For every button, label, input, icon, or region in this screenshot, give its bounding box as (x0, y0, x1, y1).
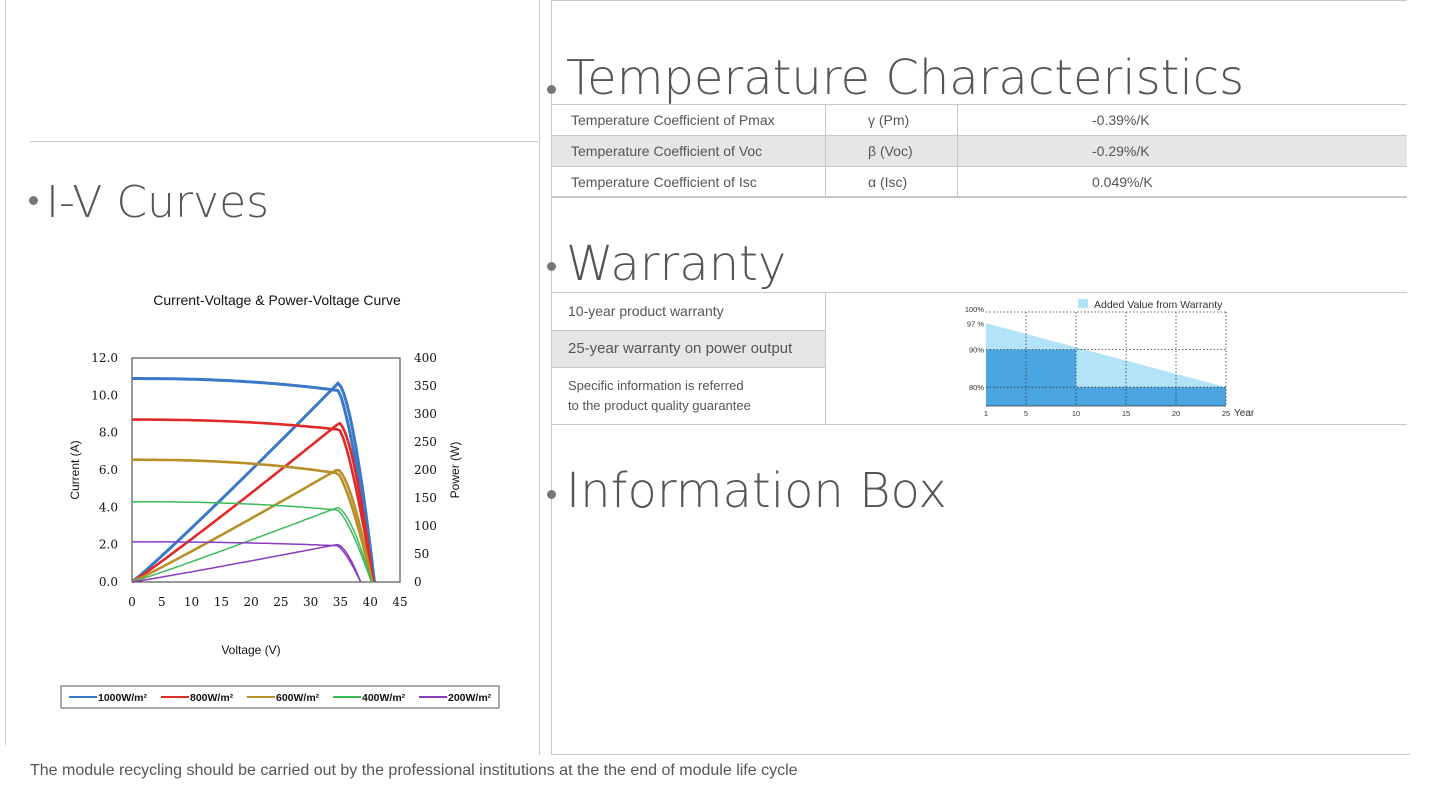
iv-ytick-label: 8.0 (99, 426, 118, 440)
iv-xtick-label: 25 (273, 595, 288, 609)
warranty-xtick-label: 5 (1024, 409, 1028, 418)
cell-divider (957, 105, 958, 135)
iv-xtick-label: 30 (303, 595, 318, 609)
iv-ylabel: Current (A) (68, 440, 82, 499)
legend-label-2: 600W/m² (276, 692, 320, 704)
iv-y2tick-label: 400 (414, 351, 437, 365)
warranty-cell-divider (825, 293, 826, 424)
iv-curves-title: I-V Curves (46, 177, 270, 228)
iv-y2tick-label: 0 (414, 575, 422, 589)
legend-label-4: 200W/m² (448, 692, 492, 704)
pv-curve-2 (131, 468, 374, 584)
iv-ytick-label: 0.0 (99, 575, 118, 589)
iv-chart-title: Current-Voltage & Power-Voltage Curve (153, 292, 401, 308)
cell-divider (957, 136, 958, 166)
warranty-xtick-label: 1 (984, 409, 988, 418)
iv-y2tick-label: 50 (414, 547, 429, 561)
warranty-xlabel: Year (1234, 408, 1255, 419)
iv-y2tick-label: 250 (414, 435, 437, 449)
iv-xtick-label: 20 (243, 595, 258, 609)
warranty-xtick-label: 20 (1172, 409, 1180, 418)
iv-xtick-label: 45 (392, 595, 407, 609)
top-right-rule (552, 0, 1407, 1)
temp-symbol: α (Isc) (868, 174, 908, 190)
warranty-xtick-label: 25 (1222, 409, 1230, 418)
temp-table-bottom-rule (552, 196, 1407, 197)
warranty-item-label: 10-year product warranty (568, 303, 724, 319)
temp-label: Temperature Coefficient of Isc (571, 174, 757, 190)
warranty-note: Specific information is referred to the … (552, 368, 825, 424)
iv-curves-group (131, 377, 376, 584)
iv-xtick-label: 35 (333, 595, 348, 609)
iv-y2tick-label: 300 (414, 407, 437, 421)
warranty-legend-swatch (1078, 299, 1088, 308)
legend-label-1: 800W/m² (190, 692, 234, 704)
warranty-ytick-label: 100% (965, 305, 985, 314)
iv-xlabel: Voltage (V) (221, 643, 280, 657)
warranty-item-label: 25-year warranty on power output (568, 340, 793, 357)
iv-ticks-group: 0 5 10 15 20 25 30 35 40 45 0.0 2.0 4.0 6.0 8.0 10.0 12.… (91, 351, 437, 609)
legend-label-3: 400W/m² (362, 692, 406, 704)
cell-divider (825, 136, 826, 166)
warranty-item-product: 10-year product warranty (552, 293, 825, 331)
warranty-ytick-label: 80% (969, 383, 984, 392)
iv-ytick-label: 4.0 (99, 500, 118, 514)
information-box-title: Information Box (566, 463, 947, 519)
temp-row-isc: Temperature Coefficient of Isc α (Isc) 0… (552, 167, 1407, 198)
warranty-chart: Added Value from Warranty 100% 97 % 90% 80%… (965, 299, 1255, 419)
temp-value: -0.39%/K (1092, 112, 1150, 128)
iv-ytick-label: 2.0 (99, 538, 118, 552)
iv-y2label: Power (W) (448, 442, 462, 499)
temp-label: Temperature Coefficient of Voc (571, 143, 763, 159)
warranty-ytick-label: 90% (969, 346, 984, 355)
temperature-title: Temperature Characteristics (566, 50, 1245, 106)
iv-xtick-label: 10 (184, 595, 199, 609)
iv-y2tick-label: 100 (414, 519, 437, 533)
iv-y2tick-label: 350 (414, 379, 437, 393)
warranty-note-line2: to the product quality guarantee (568, 398, 751, 413)
iv-y2tick-label: 200 (414, 463, 437, 477)
legend-label-0: 1000W/m² (98, 692, 148, 704)
temp-value: -0.29%/K (1092, 143, 1150, 159)
warranty-title-bullet (547, 262, 556, 271)
column-divider-left (539, 0, 540, 755)
iv-chart: Current-Voltage & Power-Voltage Curve 0 5… (60, 292, 500, 709)
iv-ytick-label: 10.0 (91, 388, 118, 402)
cell-divider (957, 167, 958, 197)
pv-curve-0 (131, 380, 376, 584)
iv-xtick-label: 5 (158, 595, 166, 609)
warranty-xtick-label: 15 (1122, 409, 1130, 418)
warranty-title: Warranty (566, 236, 787, 292)
warranty-note-line1: Specific information is referred (568, 378, 744, 393)
temp-row-voc: Temperature Coefficient of Voc β (Voc) -… (552, 136, 1407, 167)
iv-xtick-label: 40 (363, 595, 378, 609)
warranty-xtick-label: 10 (1072, 409, 1080, 418)
temp-title-bullet (547, 85, 556, 94)
warranty-plot-area: 100%97 %90%80%1 5 10 15 20 25 Year (965, 305, 1255, 419)
iv-y2tick-label: 150 (414, 491, 437, 505)
temp-symbol: γ (Pm) (868, 112, 910, 128)
footer-note: The module recycling should be carried o… (30, 762, 798, 779)
iv-ytick-label: 6.0 (99, 463, 118, 477)
temp-label: Temperature Coefficient of Pmax (571, 112, 775, 128)
warranty-ytick-label: 97 % (967, 319, 984, 328)
iv-title-bullet (29, 196, 38, 205)
temp-symbol: β (Voc) (868, 143, 913, 159)
warranty-item-power: 25-year warranty on power output (552, 331, 825, 368)
temp-row-pmax: Temperature Coefficient of Pmax γ (Pm) -… (552, 105, 1407, 136)
warranty-legend-label: Added Value from Warranty (1094, 299, 1223, 311)
left-page-border (5, 0, 6, 745)
iv-ytick-label: 12.0 (91, 351, 118, 365)
left-section-rule (30, 141, 538, 142)
info-title-bullet (547, 490, 556, 499)
temp-value: 0.049%/K (1092, 174, 1153, 190)
iv-xtick-label: 15 (214, 595, 229, 609)
warranty-bottom-rule (552, 424, 1407, 425)
cell-divider (825, 105, 826, 135)
iv-xtick-label: 0 (128, 595, 136, 609)
footer-rule (552, 754, 1410, 755)
cell-divider (825, 167, 826, 197)
